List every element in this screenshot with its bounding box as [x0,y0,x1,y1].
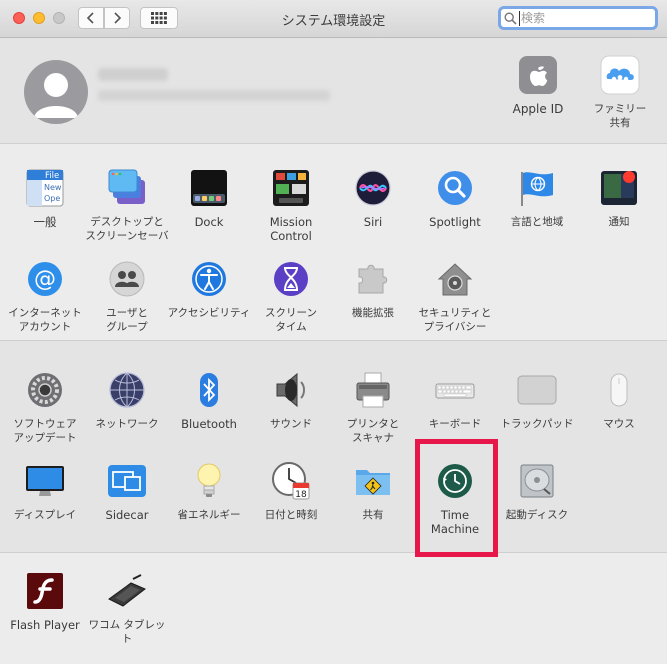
light-bulb-icon [197,463,221,497]
account-section: Apple ID ファミリー 共有 [0,38,667,144]
calendar-day-text: 18 [295,490,307,500]
pref-language-region[interactable]: 言語と地域 [495,168,579,229]
pref-siri[interactable]: Siri [331,168,415,229]
pref-network[interactable]: ネットワーク [85,370,169,431]
pref-bluetooth[interactable]: Bluetooth [167,370,251,431]
general-icon-text-open: Ope [44,194,60,203]
pref-sharing[interactable]: 共有 [331,461,415,522]
mission-control-icon [273,170,309,206]
printer-icon [356,372,390,408]
dock-icon [191,170,227,206]
pref-notifications[interactable]: 通知 [577,168,661,229]
apple-logo-icon [519,56,557,94]
sharing-folder-icon [356,470,390,495]
pref-displays[interactable]: ディスプレイ [3,461,87,522]
general-icon-text-file: File [45,171,59,181]
chevron-right-icon [114,12,122,24]
pref-dock[interactable]: Dock [167,168,251,229]
system-preferences-section-2: ソフトウェア アップデート ネットワーク Bluetooth サウンド プリンタ… [0,341,667,553]
desktop-screensaver-icon [108,169,145,204]
account-name-blurred [98,68,168,81]
family-sharing-icon [600,55,640,95]
pref-desktop-screensaver[interactable]: デスクトップと スクリーンセーバ [85,168,169,243]
pref-users-groups[interactable]: ユーザと グループ [85,259,169,334]
window-title: システム環境設定 [281,14,386,29]
account-detail-blurred [98,90,330,101]
pref-trackpad[interactable]: トラックパッド [495,370,579,431]
grid-icon [151,12,167,24]
pref-software-update[interactable]: ソフトウェア アップデート [3,370,87,445]
wacom-tablet-icon [108,574,146,607]
users-groups-icon [109,261,145,297]
flash-player-icon [27,573,63,609]
pref-security-privacy[interactable]: セキュリティと プライバシー [413,259,497,334]
sidecar-icon [108,465,146,497]
search-field[interactable]: 検索 [498,6,658,30]
pref-sound[interactable]: サウンド [249,370,333,431]
pref-accessibility[interactable]: アクセシビリティ [167,259,251,320]
internet-accounts-at-icon: @ [28,262,62,296]
extensions-puzzle-icon [358,264,388,294]
back-button[interactable] [78,7,104,29]
system-preferences-section-1: File New Ope 一般 デスクトップと スクリーンセーバ Dock Mi… [0,144,667,341]
other-preferences-section: Flash Player ワコム タブレット [0,553,667,664]
pref-mission-control[interactable]: Mission Control [249,168,333,243]
forward-button[interactable] [104,7,130,29]
pref-wacom-tablet[interactable]: ワコム タブレット [85,571,169,646]
chevron-left-icon [86,12,94,24]
pref-family-sharing[interactable]: ファミリー 共有 [578,55,662,130]
keyboard-icon [435,383,475,399]
general-file-icon: File New Ope [26,169,64,207]
show-all-button[interactable] [140,7,178,29]
general-icon-text-new: New [44,183,62,192]
pref-printers-scanners[interactable]: プリンタと スキャナ [331,370,415,445]
pref-apple-id[interactable]: Apple ID [496,55,580,116]
display-monitor-icon [26,466,64,496]
siri-icon [355,170,391,206]
pref-keyboard[interactable]: キーボード [413,370,497,431]
mouse-icon [610,373,628,407]
pref-startup-disk[interactable]: 起動ディスク [495,461,579,522]
pref-internet-accounts[interactable]: @ インターネット アカウント [3,259,87,334]
search-input[interactable]: 検索 [519,11,545,26]
screen-time-hourglass-icon [274,262,308,296]
pref-flash-player[interactable]: Flash Player [3,571,87,632]
pref-spotlight[interactable]: Spotlight [413,168,497,229]
pref-screen-time[interactable]: スクリーン タイム [249,259,333,334]
time-machine-highlight-box [415,439,498,557]
notifications-icon [601,171,637,205]
avatar[interactable] [24,60,88,124]
spotlight-magnifier-icon [438,171,472,205]
pref-sidecar[interactable]: Sidecar [85,461,169,522]
pref-mouse[interactable]: マウス [577,370,661,431]
security-house-icon [437,263,473,296]
hard-disk-icon [520,464,554,498]
network-globe-icon [109,372,145,408]
title-bar: システム環境設定 検索 [0,0,667,38]
search-icon [504,12,517,25]
pref-date-time[interactable]: 18 日付と時刻 [249,461,333,522]
user-silhouette-icon [34,73,78,118]
close-button[interactable] [13,12,25,24]
accessibility-icon [192,262,226,296]
pref-general[interactable]: File New Ope 一般 [3,168,87,229]
svg-text:@: @ [34,267,56,292]
pref-extensions[interactable]: 機能拡張 [331,259,415,320]
software-update-gear-icon [28,373,62,407]
clock-calendar-icon: 18 [272,462,310,500]
bluetooth-icon [200,373,218,407]
sound-speaker-icon [276,372,305,408]
minimize-button[interactable] [33,12,45,24]
zoom-button[interactable] [53,12,65,24]
language-region-flag-icon [521,172,553,206]
pref-energy-saver[interactable]: 省エネルギー [167,461,251,522]
trackpad-icon [517,375,557,405]
